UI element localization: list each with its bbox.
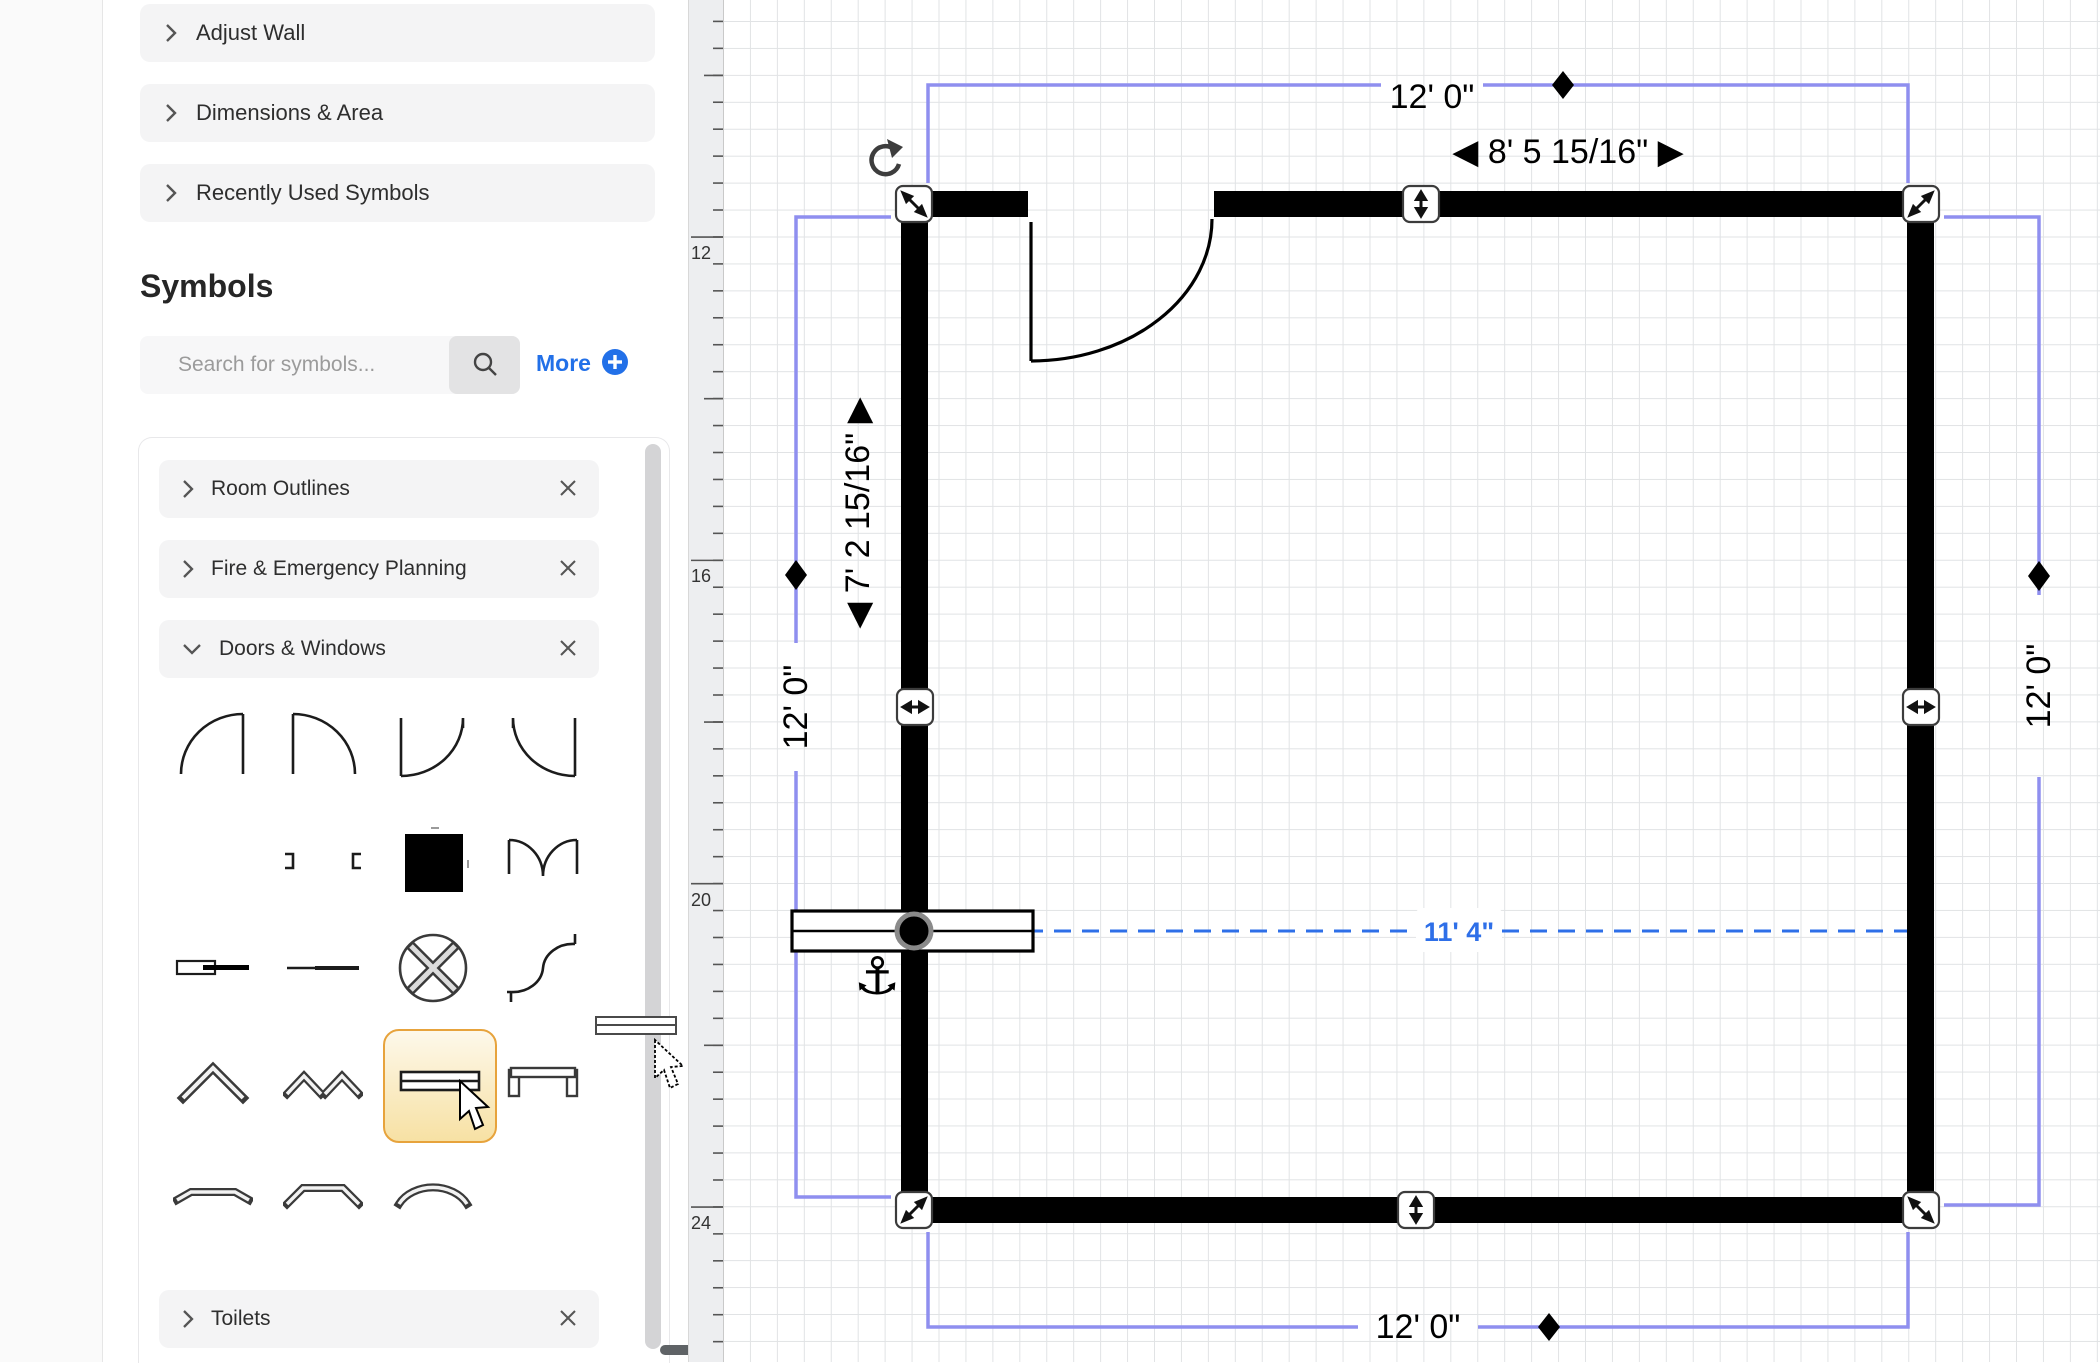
- resize-handle-bottom-mid[interactable]: [1398, 1192, 1434, 1228]
- anchor-icon: ⚓: [854, 948, 901, 1006]
- dim-right[interactable]: 12' 0": [2020, 644, 2058, 729]
- resize-handle-mid-right[interactable]: [1903, 689, 1939, 725]
- window-anchor-point: [897, 914, 931, 948]
- resize-handle-mid-left[interactable]: [897, 689, 933, 725]
- window-symbol[interactable]: [792, 911, 1033, 951]
- dim-left[interactable]: 12' 0": [777, 665, 815, 750]
- room-walls[interactable]: [901, 191, 1934, 1223]
- dim-bottom[interactable]: 12' 0": [1376, 1308, 1461, 1346]
- resize-handle-bottom-left[interactable]: [896, 1192, 932, 1228]
- door-swing[interactable]: [1031, 219, 1212, 361]
- drawing-canvas[interactable]: 12 16 20 24: [688, 0, 2100, 1362]
- resize-handle-bottom-right[interactable]: [1903, 1192, 1939, 1228]
- resize-handle-top-left[interactable]: [896, 186, 932, 222]
- resize-handle-top-mid[interactable]: [1403, 186, 1439, 222]
- selection-dimension-lines: [796, 85, 2039, 1327]
- rotate-handle-icon[interactable]: [872, 139, 903, 174]
- wall-top-right-segment: [1214, 191, 1934, 217]
- dimension-grip-diamonds[interactable]: [785, 71, 2050, 1341]
- window-offset-label: 11' 4": [1424, 917, 1494, 947]
- dim-left-inner[interactable]: ◀ 7' 2 15/16" ▶: [839, 396, 877, 628]
- resize-handle-top-right[interactable]: [1903, 186, 1939, 222]
- dim-top-inner[interactable]: ◀ 8' 5 15/16" ▶: [1452, 133, 1684, 171]
- dim-top[interactable]: 12' 0": [1390, 78, 1475, 116]
- resize-handles: [896, 186, 1939, 1228]
